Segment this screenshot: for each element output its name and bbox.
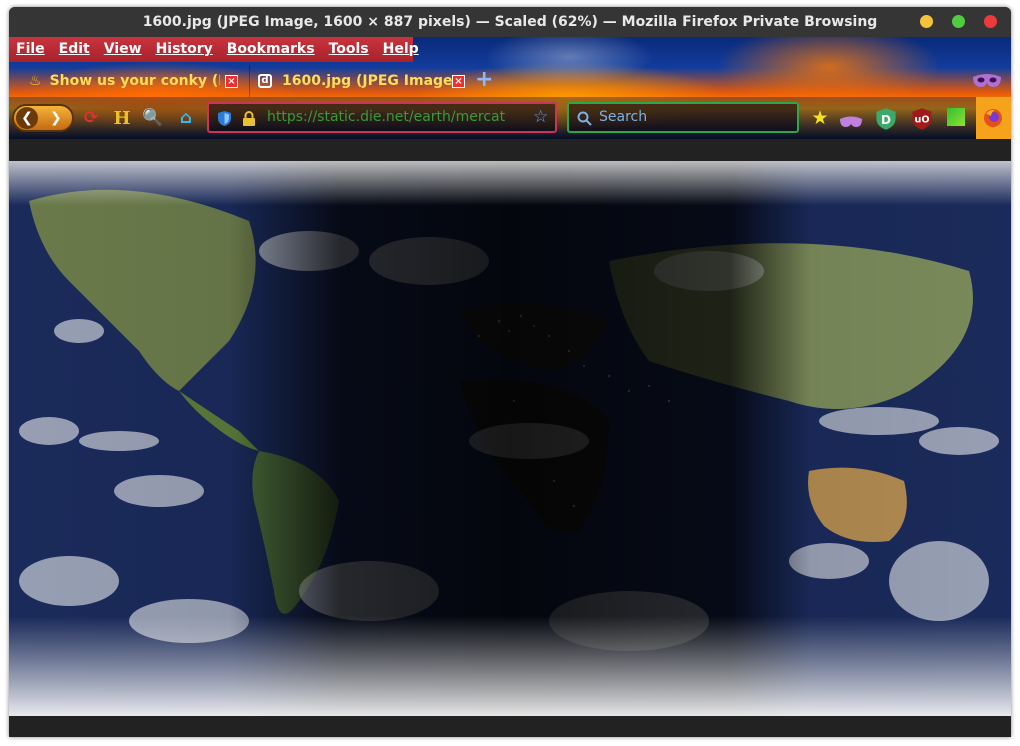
navigation-toolbar: ❮ ❯ ⟳ H 🔍 ⌂ https://static.die.net/earth… xyxy=(9,97,1011,139)
firefox-icon xyxy=(984,109,1002,127)
tracking-protection-icon[interactable] xyxy=(217,110,232,127)
flame-icon: ♨ xyxy=(29,73,42,89)
url-text[interactable]: https://static.die.net/earth/mercat xyxy=(267,109,527,125)
forward-button[interactable]: ❯ xyxy=(50,107,62,129)
window-title: 1600.jpg (JPEG Image, 1600 × 887 pixels)… xyxy=(142,14,878,30)
home-h-icon[interactable]: H xyxy=(110,106,134,130)
bookmark-star-icon[interactable]: ☆ xyxy=(533,107,548,127)
tab-label: 1600.jpg (JPEG Image, 16 xyxy=(282,73,452,89)
new-tab-button[interactable]: + xyxy=(475,69,493,91)
close-window-button[interactable] xyxy=(984,15,997,28)
menu-bookmarks[interactable]: Bookmarks xyxy=(220,37,322,62)
tab-label: Show us your conky (Pag xyxy=(49,73,220,89)
back-button[interactable]: ❮ xyxy=(16,107,38,129)
firefox-menu-button[interactable] xyxy=(976,97,1011,139)
menu-history[interactable]: History xyxy=(149,37,220,62)
extension-green-icon[interactable] xyxy=(947,108,965,126)
svg-text:uO: uO xyxy=(915,115,930,126)
page-icon: d xyxy=(258,74,272,88)
mask-icon[interactable] xyxy=(839,110,863,134)
search-icon xyxy=(577,111,592,126)
close-tab-icon[interactable]: × xyxy=(225,75,238,88)
bookmarks-star-icon[interactable]: ★ xyxy=(808,106,832,130)
magnifier-icon[interactable]: 🔍 xyxy=(141,106,165,130)
extension-shield-icon[interactable]: D xyxy=(874,107,898,131)
search-bar[interactable]: Search xyxy=(567,102,799,133)
svg-text:D: D xyxy=(881,113,891,127)
menu-tools[interactable]: Tools xyxy=(322,37,376,62)
lock-icon[interactable] xyxy=(242,111,256,127)
private-browsing-icon xyxy=(973,74,1001,87)
tab-strip: ♨ Show us your conky (Pag × d 1600.jpg (… xyxy=(9,65,1011,97)
menu-bar: File Edit View History Bookmarks Tools H… xyxy=(9,37,419,62)
minimize-button[interactable] xyxy=(920,15,933,28)
menu-file[interactable]: File xyxy=(9,37,52,62)
title-bar: 1600.jpg (JPEG Image, 1600 × 887 pixels)… xyxy=(9,7,1011,37)
url-bar[interactable]: https://static.die.net/earth/mercat ☆ xyxy=(207,102,557,133)
menu-edit[interactable]: Edit xyxy=(52,37,97,62)
tab-conky[interactable]: ♨ Show us your conky (Pag × xyxy=(9,65,247,97)
earth-map-image[interactable] xyxy=(9,161,1011,716)
close-tab-icon[interactable]: × xyxy=(452,75,465,88)
back-forward-group: ❮ ❯ xyxy=(12,104,74,132)
ublock-icon[interactable]: uO xyxy=(910,107,934,131)
search-input[interactable]: Search xyxy=(599,109,647,125)
browser-window: 1600.jpg (JPEG Image, 1600 × 887 pixels)… xyxy=(9,7,1011,737)
menu-view[interactable]: View xyxy=(97,37,149,62)
maximize-button[interactable] xyxy=(952,15,965,28)
menu-help[interactable]: Help xyxy=(376,37,426,62)
home-icon[interactable]: ⌂ xyxy=(174,106,198,130)
page-content xyxy=(9,139,1011,737)
reload-icon[interactable]: ⟳ xyxy=(79,106,103,130)
tab-image[interactable]: d 1600.jpg (JPEG Image, 16 × xyxy=(249,65,472,97)
